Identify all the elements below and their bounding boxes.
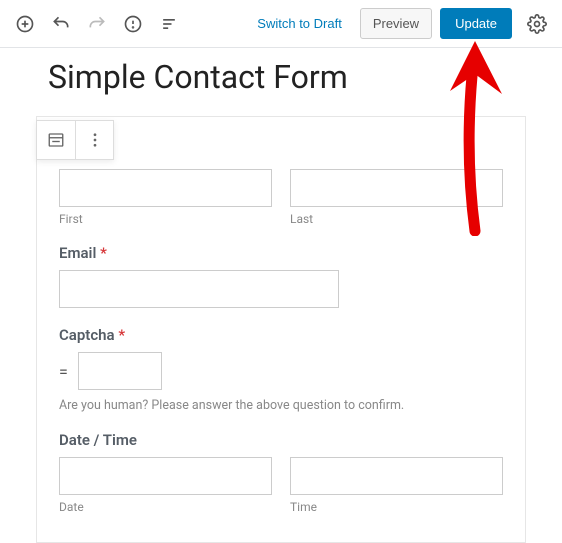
content-structure-button[interactable] [116, 7, 150, 41]
last-name-sublabel: Last [290, 212, 503, 226]
time-input[interactable] [290, 457, 503, 495]
last-name-input[interactable] [290, 169, 503, 207]
datetime-label: Date / Time [59, 431, 503, 449]
undo-button[interactable] [44, 7, 78, 41]
update-button[interactable]: Update [440, 8, 512, 39]
block-toolbar [36, 120, 114, 160]
captcha-field-group: Captcha * = Are you human? Please answer… [59, 326, 503, 413]
topbar-left [8, 7, 186, 41]
date-input[interactable] [59, 457, 272, 495]
email-field-group: Email * [59, 244, 503, 308]
editor-area: Simple Contact Form Name * First Last [0, 58, 562, 543]
block-navigation-button[interactable] [152, 7, 186, 41]
name-label: Name * [59, 143, 503, 161]
first-name-sublabel: First [59, 212, 272, 226]
switch-to-draft-button[interactable]: Switch to Draft [247, 10, 352, 37]
captcha-input[interactable] [78, 352, 162, 390]
editor-topbar: Switch to Draft Preview Update [0, 0, 562, 48]
required-marker: * [115, 326, 125, 344]
preview-button[interactable]: Preview [360, 8, 432, 39]
name-field-group: Name * First Last [59, 143, 503, 226]
settings-button[interactable] [520, 7, 554, 41]
add-block-button[interactable] [8, 7, 42, 41]
time-sublabel: Time [290, 500, 503, 514]
required-marker: * [96, 244, 106, 262]
email-label: Email * [59, 244, 503, 262]
captcha-label: Captcha * [59, 326, 503, 344]
captcha-equals: = [59, 362, 68, 381]
form-preview-block: Name * First Last Email * Captcha * = [36, 116, 526, 543]
captcha-hint: Are you human? Please answer the above q… [59, 398, 503, 413]
page-title[interactable]: Simple Contact Form [48, 58, 544, 96]
more-options-icon[interactable] [75, 121, 113, 159]
redo-button[interactable] [80, 7, 114, 41]
date-sublabel: Date [59, 500, 272, 514]
datetime-field-group: Date / Time Date Time [59, 431, 503, 514]
first-name-input[interactable] [59, 169, 272, 207]
form-block-icon[interactable] [37, 121, 75, 159]
email-input[interactable] [59, 270, 339, 308]
topbar-right: Switch to Draft Preview Update [247, 7, 554, 41]
